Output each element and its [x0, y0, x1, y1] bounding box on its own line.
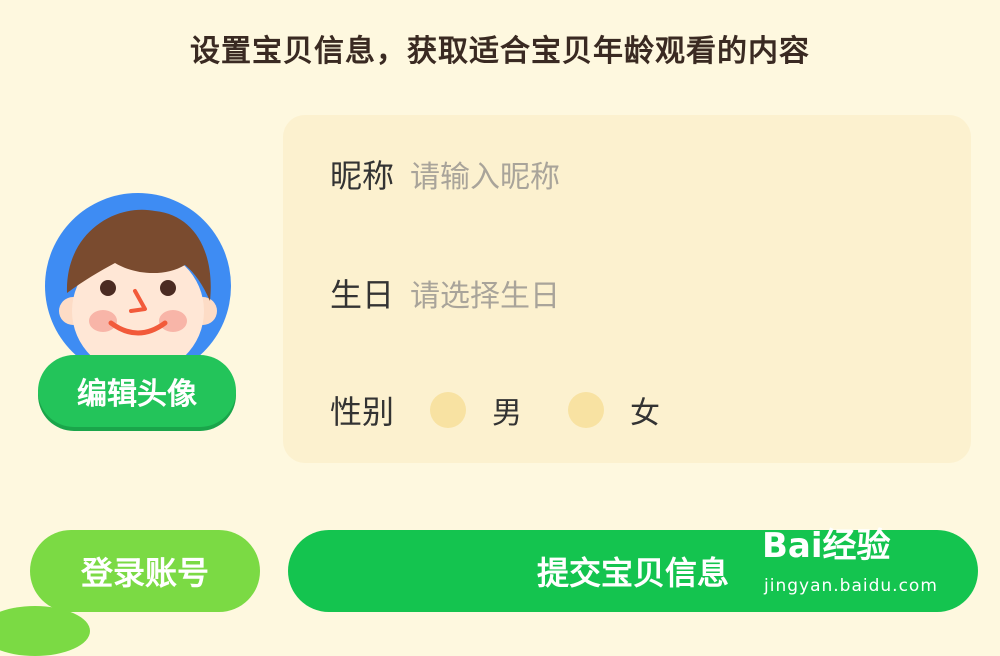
avatar-circle [45, 193, 231, 379]
nickname-input[interactable]: 请输入昵称 [410, 152, 560, 196]
edit-avatar-button[interactable]: 编辑头像 [38, 355, 236, 427]
gender-label: 性别 [330, 393, 395, 431]
gender-male-label[interactable]: 男 [492, 388, 522, 432]
nickname-row[interactable]: 昵称 请输入昵称 [330, 151, 560, 197]
birthday-picker[interactable]: 请选择生日 [410, 271, 560, 315]
gender-male-radio[interactable] [430, 392, 467, 428]
decorative-blob [0, 606, 90, 656]
birthday-row[interactable]: 生日 请选择生日 [330, 270, 560, 316]
baby-info-form: 昵称 请输入昵称 生日 请选择生日 性别 男 女 [283, 115, 971, 463]
watermark-url: jingyan.baidu.com [764, 576, 938, 596]
login-button[interactable]: 登录账号 [30, 530, 260, 612]
gender-female-label[interactable]: 女 [630, 388, 660, 432]
avatar[interactable] [45, 193, 231, 379]
baidu-jingyan-watermark: Bai经验 jingyan.baidu.com [762, 518, 988, 604]
page-title: 设置宝贝信息，获取适合宝贝年龄观看的内容 [190, 34, 810, 69]
gender-row: 性别 男 女 [330, 387, 706, 433]
nickname-label: 昵称 [330, 157, 395, 195]
watermark-logo: Bai经验 [762, 526, 891, 566]
birthday-label: 生日 [330, 276, 395, 314]
gender-female-radio[interactable] [568, 392, 605, 428]
boy-face-icon [59, 209, 217, 375]
